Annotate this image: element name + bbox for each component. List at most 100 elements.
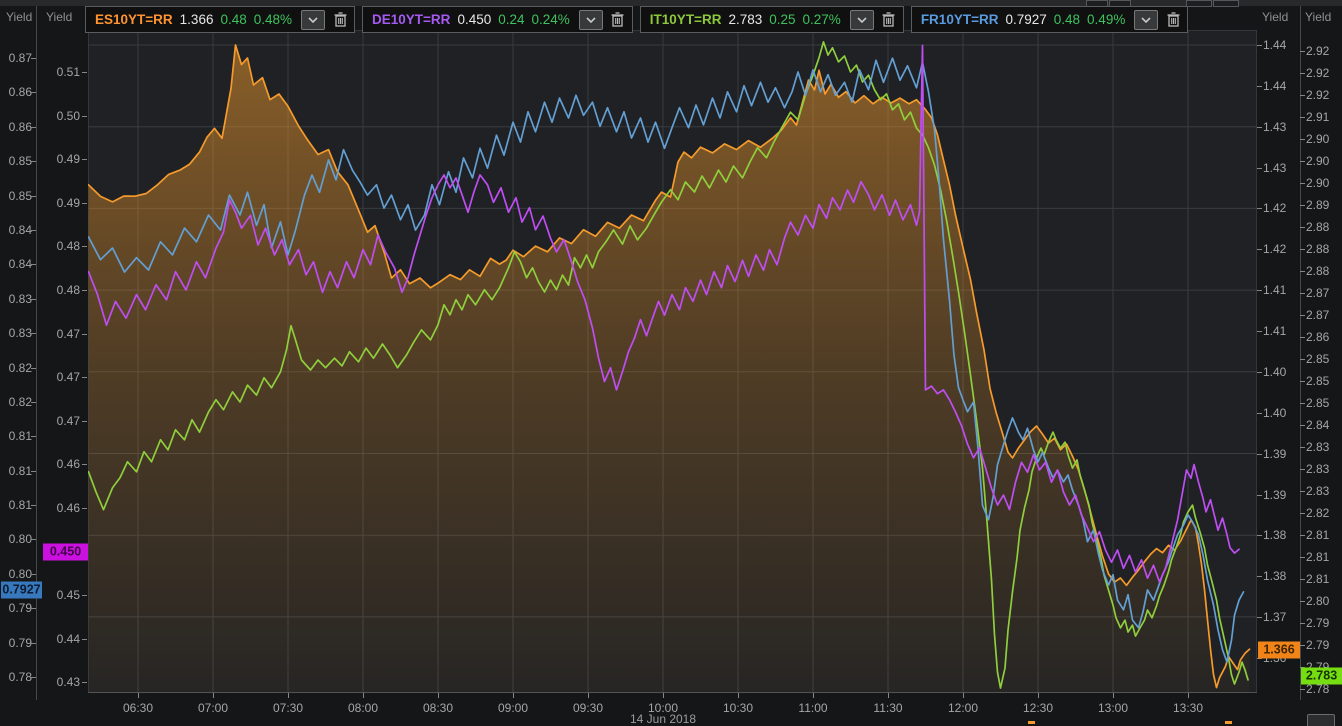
y-axis-tick (1257, 85, 1262, 87)
y-axis-label-it_right: 2.90 (1306, 176, 1330, 190)
y-axis-label-fr_left: 0.81 (8, 429, 32, 444)
x-axis-tick (888, 693, 889, 698)
y-axis-tick (1257, 45, 1262, 46)
trash-icon[interactable] (1165, 11, 1181, 29)
y-axis-label-es_right: 1.40 (1263, 405, 1287, 420)
y-axis-label-es_right: 1.44 (1263, 78, 1287, 93)
legend-item-it10ytrr[interactable]: IT10YT=RR 2.783 0.25 0.27% (639, 6, 904, 33)
y-axis-tick (82, 595, 87, 597)
y-axis-label-de_left: 0.47 (56, 370, 80, 385)
y-axis-tick (1300, 161, 1305, 162)
y-axis-label-it_right: 2.81 (1306, 572, 1330, 586)
chevron-down-icon[interactable] (301, 9, 326, 30)
y-axis-tick (1300, 337, 1305, 338)
legend-item-de10ytrr[interactable]: DE10YT=RR 0.450 0.24 0.24% (362, 6, 633, 33)
y-axis-label-it_right: 2.86 (1306, 330, 1330, 344)
y-axis-tick (31, 573, 36, 575)
x-axis-label: 09:30 (572, 701, 604, 715)
legend-ric: FR10YT=RR (920, 12, 999, 27)
x-axis-label: 07:00 (197, 701, 229, 715)
x-axis-tick (513, 693, 514, 698)
y-axis-tick (1300, 359, 1305, 360)
y-axis-label-de_left: 0.46 (56, 501, 80, 515)
legend-last-value: 0.450 (457, 12, 492, 27)
legend-item-fr10ytrr[interactable]: FR10YT=RR 0.7927 0.48 0.49% (910, 6, 1189, 33)
price-badge-de: 0.450 (43, 543, 88, 561)
x-axis-tick (1188, 693, 1189, 698)
chevron-down-icon[interactable] (578, 9, 603, 30)
bottom-orange-mark (1225, 721, 1232, 724)
y-axis-tick (31, 298, 36, 300)
y-axis-tick (1257, 617, 1262, 619)
x-axis-label: 13:30 (1172, 701, 1204, 715)
y-axis-label-fr_left: 0.84 (8, 222, 32, 237)
y-axis-tick (1300, 293, 1305, 294)
x-axis-label: 06:30 (122, 701, 154, 715)
y-axis-label-it_right: 2.92 (1306, 66, 1330, 80)
trash-icon[interactable] (881, 11, 897, 29)
legend-net-change: 0.48 (220, 12, 247, 27)
legend-ric: ES10YT=RR (95, 12, 173, 27)
x-axis-label: 12:00 (947, 701, 979, 715)
y-axis-label-it_right: 2.89 (1306, 198, 1330, 212)
legend-net-change: 0.25 (769, 12, 796, 27)
chevron-down-icon[interactable] (1134, 9, 1159, 30)
y-axis-tick (1300, 447, 1305, 448)
y-axis-tick (31, 608, 36, 610)
y-axis-tick (1300, 227, 1305, 228)
y-axis-tick (31, 58, 36, 59)
y-axis-label-it_right: 2.80 (1306, 594, 1330, 608)
y-axis-tick (1300, 535, 1305, 536)
corner-resize-widget[interactable] (1307, 714, 1335, 726)
y-axis-label-it_right: 2.83 (1306, 484, 1330, 498)
y-axis-label-it_right: 2.79 (1306, 638, 1330, 652)
y-axis-label-de_left: 0.50 (56, 108, 80, 123)
y-axis-tick (1257, 494, 1262, 496)
y-axis-tick (1300, 51, 1305, 52)
trash-icon[interactable] (332, 11, 348, 29)
y-axis-tick (31, 436, 36, 438)
legend-net-change: 0.48 (1053, 12, 1081, 27)
y-axis-label-it_right: 2.88 (1306, 242, 1330, 256)
y-axis-tick (82, 159, 87, 161)
y-axis-label-it_right: 2.83 (1306, 440, 1330, 454)
trash-icon[interactable] (610, 11, 626, 29)
y-axis-label-fr_left: 0.80 (8, 566, 32, 581)
y-axis-tick (82, 333, 87, 335)
y-axis-tick (31, 92, 36, 94)
x-axis-tick (1113, 693, 1114, 698)
y-axis-tick (31, 470, 36, 472)
y-axis-label-de_left: 0.43 (56, 675, 80, 690)
x-axis-tick (588, 693, 589, 698)
y-axis-tick (1300, 381, 1305, 382)
legend-pct-change: 0.24% (531, 12, 570, 27)
y-axis-label-es_right: 1.38 (1263, 569, 1287, 584)
y-axis-tick (1300, 73, 1305, 74)
chart-canvas[interactable] (0, 0, 1342, 726)
x-axis-tick (288, 693, 289, 698)
x-axis-tick (663, 693, 664, 698)
x-axis-label: 12:30 (1022, 701, 1054, 715)
y-axis-label-de_left: 0.48 (56, 283, 80, 297)
y-axis-label-de_left: 0.48 (56, 239, 80, 254)
y-axis-tick (1300, 579, 1305, 580)
chevron-down-icon[interactable] (849, 9, 874, 30)
y-axis-label-es_right: 1.41 (1263, 324, 1287, 339)
x-axis-tick (963, 693, 964, 698)
legend-row: ES10YT=RR 1.366 0.48 0.48% DE10YT=RR 0.450 0.2… (85, 6, 1189, 33)
legend-item-es10ytrr[interactable]: ES10YT=RR 1.366 0.48 0.48% (85, 6, 356, 33)
x-axis-tick (1038, 693, 1039, 698)
legend-ric: DE10YT=RR (372, 12, 451, 27)
y-axis-tick (1257, 535, 1262, 537)
y-axis-tick (31, 264, 36, 266)
y-axis-label-it_right: 2.84 (1306, 418, 1330, 432)
y-axis-tick (31, 367, 36, 369)
y-axis-label-de_left: 0.51 (56, 65, 80, 79)
y-axis-tick (1300, 403, 1305, 404)
y-axis-tick (82, 682, 87, 684)
y-axis-label-de_left: 0.49 (56, 152, 80, 167)
legend-net-change: 0.24 (498, 12, 525, 27)
y-axis-tick (82, 246, 87, 248)
y-axis-label-es_right: 1.39 (1263, 446, 1287, 461)
y-axis-label-it_right: 2.92 (1306, 44, 1330, 58)
